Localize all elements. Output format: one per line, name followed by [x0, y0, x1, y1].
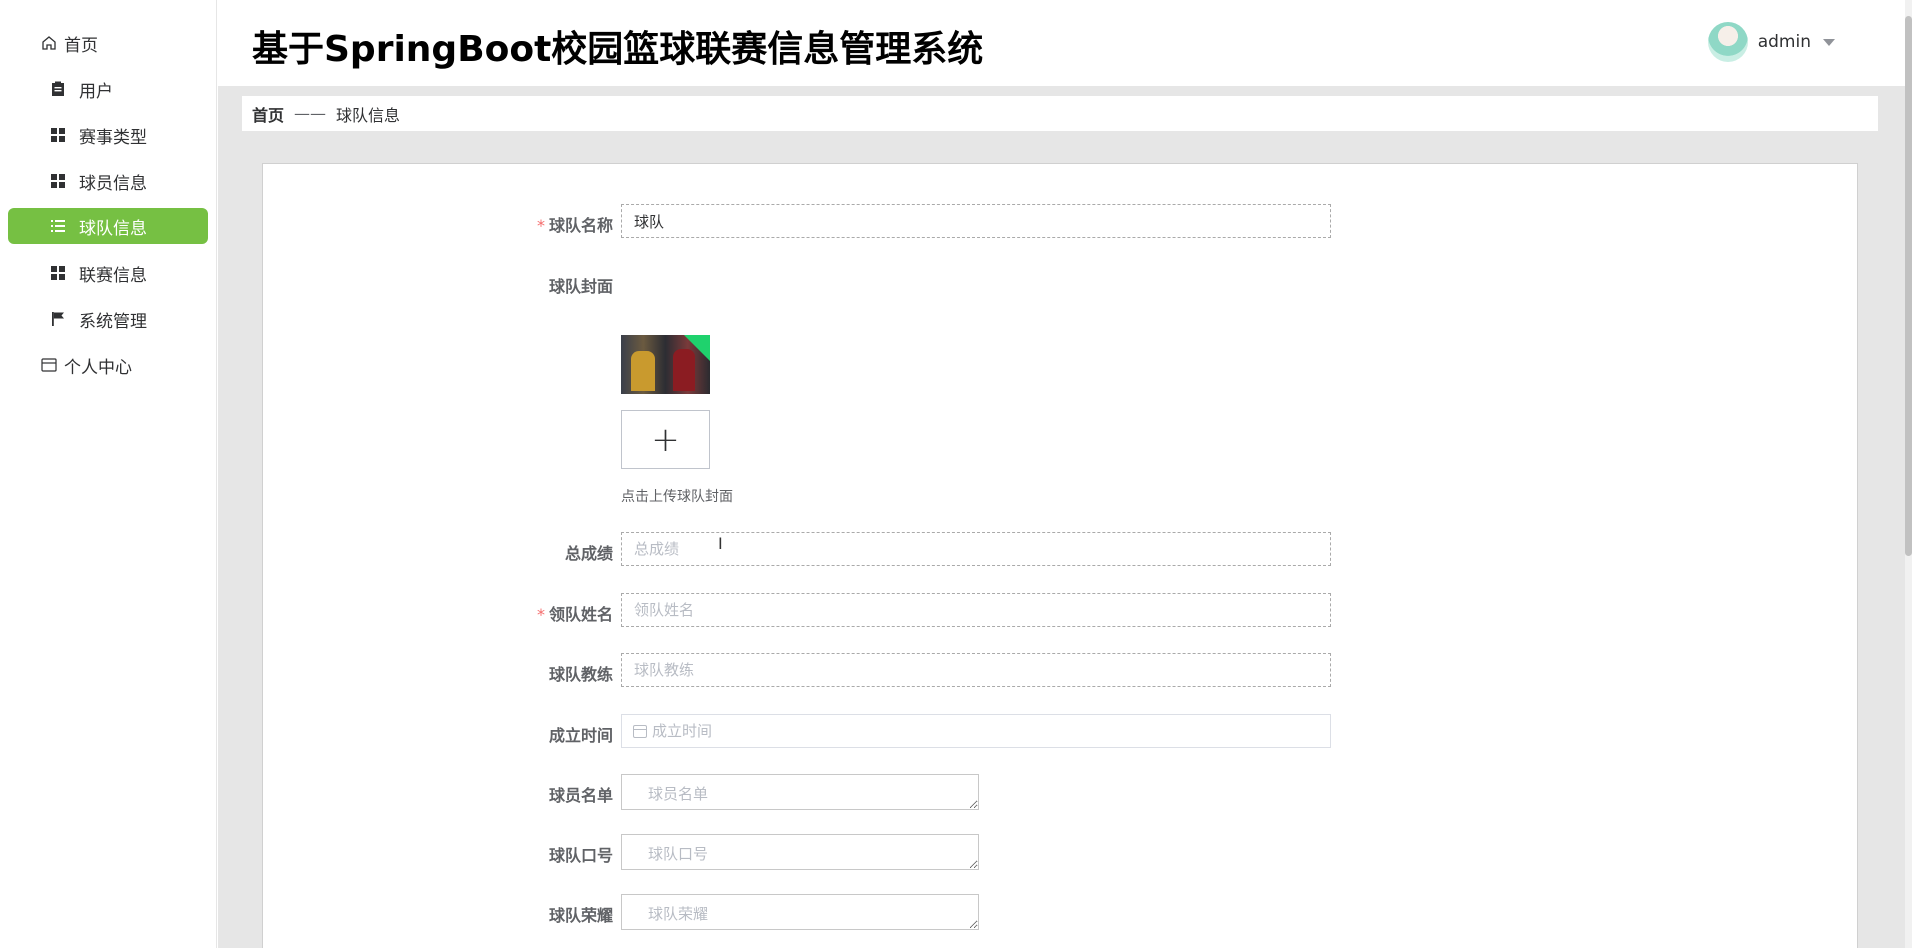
breadcrumb-current: 球队信息 [336, 105, 401, 125]
calendar-icon [633, 725, 647, 738]
breadcrumb-home[interactable]: 首页 [252, 102, 284, 126]
roster-label: 球员名单 [548, 786, 613, 805]
required-mark: * [536, 216, 545, 235]
sidebar-item-label: 联赛信息 [79, 265, 147, 286]
honors-textarea[interactable] [621, 894, 979, 930]
main-area: 首页 —— 球队信息 *球队名称 球队封面 + 点击上传球队封面 总成绩 I *… [218, 86, 1905, 948]
caret-down-icon [1823, 38, 1835, 46]
sidebar-item-profile[interactable]: 个人中心 [8, 347, 208, 383]
sidebar-item-label: 系统管理 [79, 311, 147, 332]
upload-button[interactable]: + [621, 410, 710, 469]
team-name-input[interactable] [621, 204, 1331, 238]
flag-icon [49, 310, 67, 328]
grid-icon [49, 126, 67, 144]
list-icon [49, 217, 67, 235]
sidebar-item-system[interactable]: 系统管理 [8, 301, 208, 337]
sidebar-item-event-types[interactable]: 赛事类型 [8, 117, 208, 153]
leader-name-input[interactable] [621, 593, 1331, 627]
founded-date-picker[interactable] [621, 714, 1331, 748]
leader-name-label: * 领队姓名 [536, 605, 613, 624]
user-name: admin [1757, 32, 1811, 52]
clipboard-icon [49, 80, 67, 98]
sidebar-item-players[interactable]: 球员信息 [8, 163, 208, 199]
team-cover-label: 球队封面 [548, 277, 613, 296]
sidebar-item-label: 赛事类型 [79, 127, 147, 148]
avatar [1707, 22, 1748, 62]
form-card: *球队名称 球队封面 + 点击上传球队封面 总成绩 I *领队姓名 球队教练 成… [262, 163, 1858, 948]
coach-label: 球队教练 [548, 665, 613, 684]
slogan-textarea[interactable] [621, 834, 979, 870]
header: 基于SpringBoot校园篮球联赛信息管理系统 admin [218, 0, 1905, 86]
total-score-label: 总成绩 [564, 544, 613, 563]
sidebar-item-teams[interactable]: 球队信息 [8, 208, 208, 244]
plus-icon: + [651, 419, 680, 460]
grid-icon [49, 264, 67, 282]
required-mark: * [536, 605, 545, 624]
breadcrumb-separator: —— [294, 104, 327, 123]
scrollbar-thumb[interactable] [1905, 16, 1912, 556]
home-icon [40, 34, 58, 52]
total-score-input[interactable] [621, 532, 1331, 566]
sidebar-item-home[interactable]: 首页 [8, 25, 208, 61]
sidebar-item-label: 用户 [79, 81, 113, 102]
sidebar-item-label: 首页 [64, 35, 98, 56]
team-name-label: * 球队名称 [536, 216, 613, 235]
sidebar-item-label: 球员信息 [79, 173, 147, 194]
page-title: 基于SpringBoot校园篮球联赛信息管理系统 [252, 29, 984, 70]
honors-label: 球队荣耀 [548, 906, 613, 925]
sidebar-item-leagues[interactable]: 联赛信息 [8, 255, 208, 291]
slogan-label: 球队口号 [548, 846, 613, 865]
sidebar-item-label: 个人中心 [64, 357, 132, 378]
coach-input[interactable] [621, 653, 1331, 687]
sidebar: 首页 用户 赛事类型 球员信息 球队信息 联赛信息 系统管理 个人中心 [0, 0, 217, 948]
founded-label: 成立时间 [548, 726, 613, 745]
user-menu[interactable]: admin [1707, 22, 1835, 62]
sidebar-item-users[interactable]: 用户 [8, 71, 208, 107]
grid-icon [49, 172, 67, 190]
roster-textarea[interactable] [621, 774, 979, 810]
text-cursor-icon: I [718, 534, 723, 553]
sidebar-item-label: 球队信息 [79, 218, 147, 239]
wallet-icon [40, 356, 58, 374]
team-cover-image[interactable] [621, 335, 710, 394]
upload-hint: 点击上传球队封面 [621, 489, 733, 505]
scrollbar-track[interactable] [1905, 0, 1912, 948]
breadcrumb: 首页 —— 球队信息 [242, 96, 1878, 131]
